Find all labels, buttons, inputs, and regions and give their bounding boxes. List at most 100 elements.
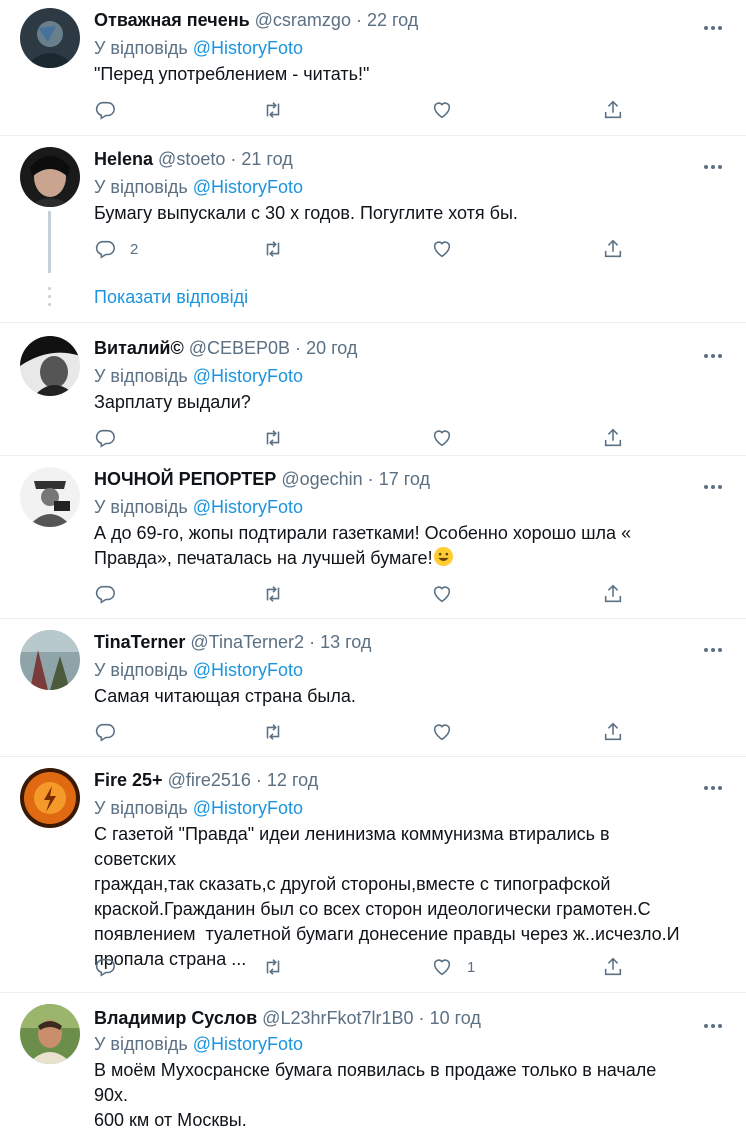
retweet-button[interactable] <box>262 720 284 744</box>
share-button[interactable] <box>602 582 624 606</box>
like-button[interactable] <box>431 720 453 744</box>
share-button[interactable] <box>602 720 624 744</box>
tweet-text-line: А до 69-го, жопы подтирали газетками! Ос… <box>94 523 632 543</box>
separator: · <box>367 469 374 489</box>
show-replies-link[interactable]: Показати відповіді <box>94 287 248 308</box>
separator: · <box>295 338 302 358</box>
reply-icon <box>95 585 115 604</box>
tweet-text-line: С газетой "Правда" идеи ленинизма коммун… <box>94 824 610 869</box>
like-button[interactable] <box>431 237 453 261</box>
timestamp[interactable]: 10 год <box>430 1008 481 1028</box>
tweet[interactable]: Владимир Суслов @L23hrFkot7lr1B0 · 10 го… <box>0 992 746 1130</box>
retweet-button[interactable] <box>262 98 284 122</box>
author-name[interactable]: Владимир Суслов <box>94 1008 257 1028</box>
author-handle[interactable]: @L23hrFkot7lr1B0 <box>262 1008 413 1028</box>
tweet[interactable]: TinaTerner @TinaTerner2 · 13 год У відпо… <box>0 618 746 757</box>
tweet-text: В моём Мухосранске бумага появилась в пр… <box>94 1058 674 1133</box>
tweet[interactable]: НОЧНОЙ РЕПОРТЕР @ogechin · 17 год У відп… <box>0 455 746 619</box>
tweet[interactable]: Fire 25+ @fire2516 · 12 год У відповідь … <box>0 756 746 993</box>
separator: · <box>418 1008 425 1028</box>
reply-prefix: У відповідь <box>94 660 188 680</box>
mention-link[interactable]: @HistoryFoto <box>193 1034 303 1054</box>
thread-line <box>48 211 51 273</box>
tweet-text-line: граждан,так сказать,с другой стороны,вме… <box>94 874 611 894</box>
retweet-icon <box>266 959 280 975</box>
tweet-text-line: краской.Гражданин был со всех сторон иде… <box>94 899 651 919</box>
more-icon[interactable] <box>704 1015 726 1028</box>
share-button[interactable] <box>602 426 624 450</box>
reply-context: У відповідь @HistoryFoto <box>94 496 303 518</box>
author-name[interactable]: НОЧНОЙ РЕПОРТЕР <box>94 469 276 489</box>
mention-link[interactable]: @HistoryFoto <box>193 660 303 680</box>
author-name[interactable]: Отважная печень <box>94 10 250 30</box>
timestamp[interactable]: 22 год <box>367 10 418 30</box>
author-handle[interactable]: @fire2516 <box>168 770 251 790</box>
avatar[interactable] <box>20 467 80 527</box>
more-icon[interactable] <box>704 639 726 652</box>
reply-button[interactable] <box>94 426 116 450</box>
more-icon[interactable] <box>704 777 726 790</box>
avatar[interactable] <box>20 630 80 690</box>
author-name[interactable]: TinaTerner <box>94 632 185 652</box>
share-icon <box>604 957 622 976</box>
more-icon[interactable] <box>704 156 726 169</box>
tweet-header: TinaTerner @TinaTerner2 · 13 год <box>94 631 371 653</box>
like-button[interactable]: 1 <box>431 955 475 979</box>
author-handle[interactable]: @csramzgo <box>255 10 351 30</box>
retweet-button[interactable] <box>262 582 284 606</box>
author-handle[interactable]: @СЕВЕР0В <box>189 338 290 358</box>
more-icon[interactable] <box>704 345 726 358</box>
mention-link[interactable]: @HistoryFoto <box>193 177 303 197</box>
author-name[interactable]: Helena <box>94 149 153 169</box>
reply-button[interactable] <box>94 98 116 122</box>
author-handle[interactable]: @ogechin <box>281 469 362 489</box>
author-handle[interactable]: @stoeto <box>158 149 225 169</box>
retweet-button[interactable] <box>262 426 284 450</box>
tweet[interactable]: Отважная печень @csramzgo · 22 год У від… <box>0 0 746 136</box>
tweet[interactable]: Виталий© @СЕВЕР0В · 20 год У відповідь @… <box>0 322 746 456</box>
author-handle[interactable]: @TinaTerner2 <box>190 632 304 652</box>
author-name[interactable]: Виталий© <box>94 338 184 358</box>
mention-link[interactable]: @HistoryFoto <box>193 38 303 58</box>
avatar[interactable] <box>20 336 80 396</box>
like-button[interactable] <box>431 426 453 450</box>
mention-link[interactable]: @HistoryFoto <box>193 497 303 517</box>
tweet-actions <box>94 720 634 744</box>
retweet-button[interactable] <box>262 237 284 261</box>
share-icon <box>604 722 622 741</box>
tweet-actions <box>94 98 634 122</box>
timestamp[interactable]: 20 год <box>306 338 357 358</box>
share-button[interactable] <box>602 98 624 122</box>
avatar[interactable] <box>20 768 80 828</box>
share-button[interactable] <box>602 237 624 261</box>
avatar[interactable] <box>20 8 80 68</box>
reply-prefix: У відповідь <box>94 366 188 386</box>
timestamp[interactable]: 17 год <box>379 469 430 489</box>
timestamp[interactable]: 13 год <box>320 632 371 652</box>
tweet[interactable]: Helena @stoeto · 21 год У відповідь @His… <box>0 135 746 323</box>
avatar[interactable] <box>20 147 80 207</box>
timestamp[interactable]: 12 год <box>267 770 318 790</box>
mention-link[interactable]: @HistoryFoto <box>193 366 303 386</box>
share-button[interactable] <box>602 955 624 979</box>
retweet-icon <box>266 724 280 740</box>
retweet-icon <box>266 430 280 446</box>
more-icon[interactable] <box>704 476 726 489</box>
tweet-header: Владимир Суслов @L23hrFkot7lr1B0 · 10 го… <box>94 1007 481 1029</box>
tweet-header: НОЧНОЙ РЕПОРТЕР @ogechin · 17 год <box>94 468 430 490</box>
reply-button[interactable] <box>94 720 116 744</box>
reply-button[interactable] <box>94 582 116 606</box>
avatar[interactable] <box>20 1004 80 1064</box>
like-button[interactable] <box>431 582 453 606</box>
reply-button[interactable] <box>94 955 116 979</box>
more-icon[interactable] <box>704 17 726 30</box>
author-name[interactable]: Fire 25+ <box>94 770 163 790</box>
reply-context: У відповідь @HistoryFoto <box>94 365 303 387</box>
reply-button[interactable]: 2 <box>94 237 138 261</box>
separator: · <box>255 770 262 790</box>
timestamp[interactable]: 21 год <box>241 149 292 169</box>
retweet-button[interactable] <box>262 955 284 979</box>
like-button[interactable] <box>431 98 453 122</box>
mention-link[interactable]: @HistoryFoto <box>193 798 303 818</box>
tweet-header: Отважная печень @csramzgo · 22 год <box>94 9 418 31</box>
